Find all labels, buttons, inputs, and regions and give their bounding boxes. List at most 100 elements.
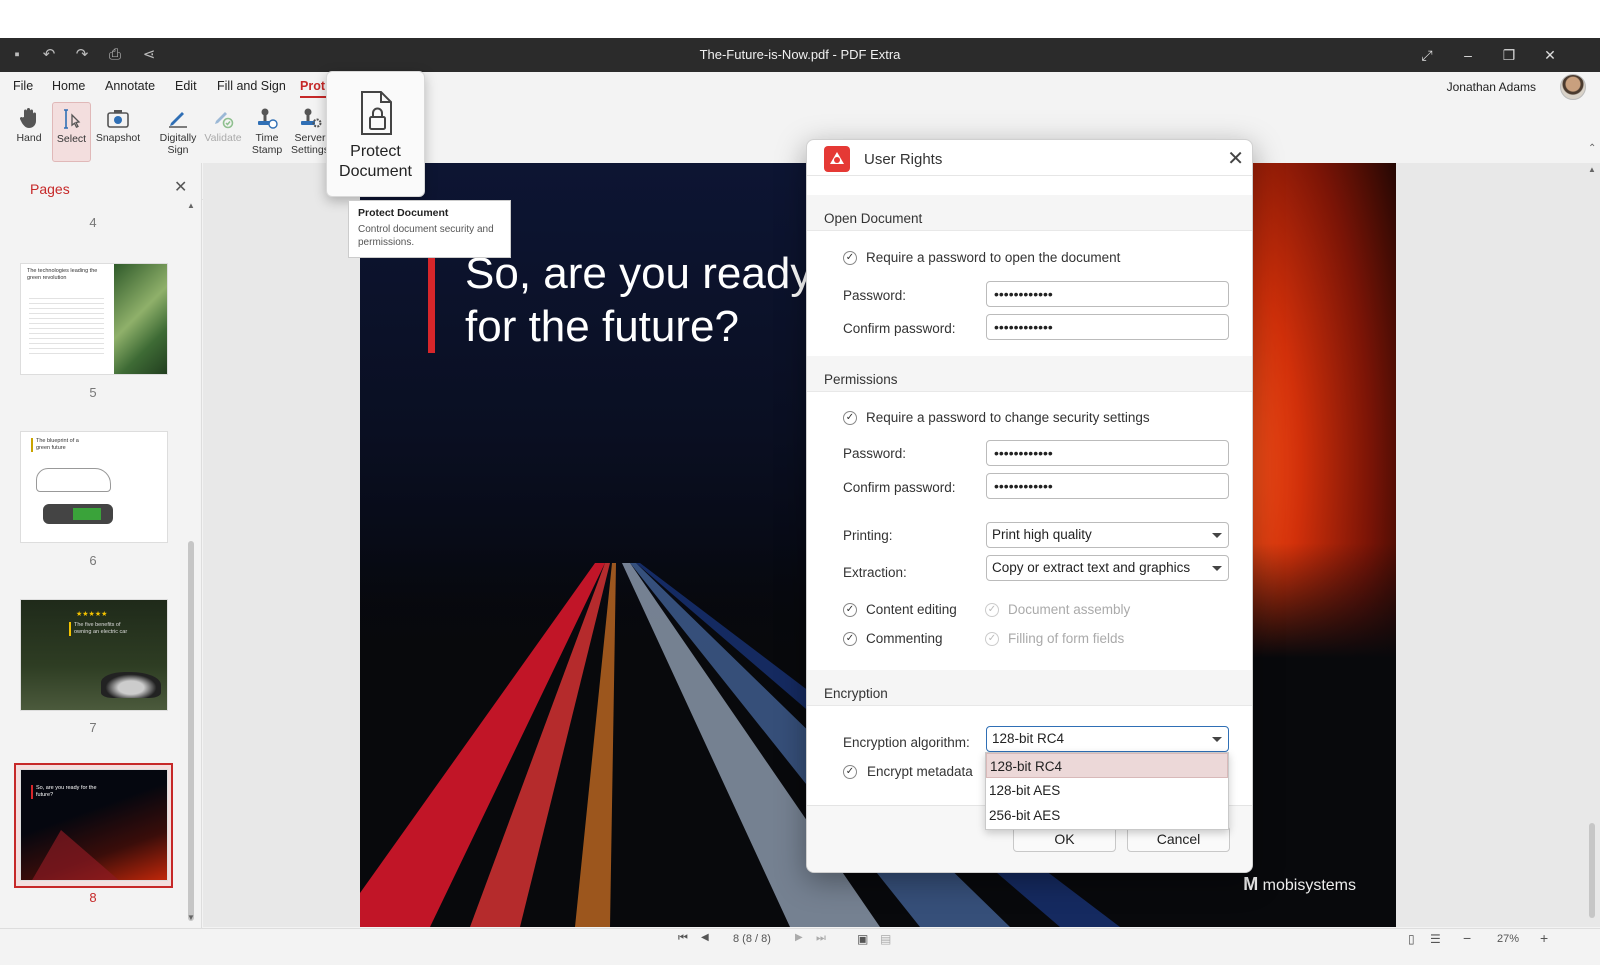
zoom-out-icon[interactable]: −: [1463, 930, 1471, 946]
first-page-icon[interactable]: ⏮: [678, 932, 688, 945]
last-page-icon[interactable]: ⏭: [816, 932, 826, 945]
validate-button[interactable]: Validate: [203, 102, 243, 162]
minimize-button[interactable]: –: [1456, 44, 1480, 66]
close-window-button[interactable]: ✕: [1538, 44, 1562, 66]
page-thumbnail-6[interactable]: The blueprint of a green future: [20, 431, 168, 543]
extraction-label: Extraction:: [843, 565, 907, 580]
collapse-ribbon-icon[interactable]: ⌃: [1588, 143, 1596, 154]
tooltip-description: Control document security and permission…: [358, 224, 494, 248]
encryption-algorithm-label: Encryption algorithm:: [843, 735, 970, 750]
digitally-sign-label: Digitally Sign: [159, 132, 197, 156]
scroll-down-icon[interactable]: ▼: [187, 913, 195, 922]
content-editing-checkbox[interactable]: ✓: [843, 603, 857, 617]
snapshot-label: Snapshot: [95, 132, 141, 144]
slide-headline: So, are you ready for the future?: [465, 247, 812, 353]
window-title: The-Future-is-Now.pdf - PDF Extra: [699, 47, 901, 62]
printing-select[interactable]: Print high quality: [986, 522, 1229, 548]
option-128-bit-aes[interactable]: 128-bit AES: [986, 778, 1228, 803]
menu-fill-and-sign[interactable]: Fill and Sign: [217, 79, 286, 93]
extraction-value: Copy or extract text and graphics: [992, 560, 1191, 575]
filling-form-fields-label: Filling of form fields: [1008, 631, 1125, 646]
pdf-extra-logo-icon: [824, 146, 850, 172]
menu-home[interactable]: Home: [52, 79, 85, 93]
open-confirm-password-label: Confirm password:: [843, 321, 956, 336]
page-thumbnail-5[interactable]: The technologies leading the green revol…: [20, 263, 168, 375]
commenting-label: Commenting: [866, 631, 943, 646]
doc-scroll-up-icon[interactable]: ▲: [1588, 165, 1596, 174]
encrypt-metadata-checkbox[interactable]: ✓: [843, 765, 857, 779]
doc-scroll-thumb[interactable]: [1589, 823, 1595, 918]
fit-page-icon[interactable]: ▣: [857, 932, 868, 946]
page-indicator[interactable]: 8 (8 / 8): [733, 933, 771, 945]
thumb-text-8: So, are you ready for the future?: [31, 785, 101, 799]
zoom-in-icon[interactable]: +: [1540, 930, 1548, 946]
require-open-password-checkbox[interactable]: ✓: [843, 251, 857, 265]
validate-icon: [215, 112, 234, 129]
tooltip-title: Protect Document: [358, 207, 449, 219]
thumb-text-7: The five benefits of owning an electric …: [69, 622, 139, 636]
close-dialog-button[interactable]: ✕: [1227, 146, 1244, 171]
server-settings-button[interactable]: Server Settings: [291, 102, 329, 162]
encryption-algorithm-select[interactable]: 128-bit RC4: [986, 726, 1229, 752]
pages-scroll-thumb[interactable]: [188, 541, 194, 921]
page-thumbnail-7[interactable]: ★★★★★ The five benefits of owning an ele…: [20, 599, 168, 711]
status-bar: ⏮ ◀ 8 (8 / 8) ▶ ⏭ ▣ ▤ ▯ ☰ − 27% +: [0, 928, 1600, 965]
avatar[interactable]: [1560, 74, 1586, 100]
require-security-password-checkbox[interactable]: ✓: [843, 411, 857, 425]
brand-name: mobisystems: [1262, 877, 1356, 894]
page-number-5: 5: [89, 385, 97, 400]
menu-edit[interactable]: Edit: [175, 79, 197, 93]
filling-form-fields-checkbox[interactable]: ✓: [985, 632, 999, 646]
dialog-title: User Rights: [864, 151, 943, 168]
protect-document-label: Protect Document: [339, 143, 412, 180]
fullscreen-icon[interactable]: ⤢: [1415, 44, 1439, 66]
thumb-stars-7: ★★★★★: [76, 611, 108, 618]
chevron-down-icon: [1212, 566, 1222, 571]
require-open-password-label: Require a password to open the document: [866, 250, 1121, 265]
page-number-6: 6: [89, 553, 97, 568]
zoom-level[interactable]: 27%: [1497, 933, 1519, 945]
server-gear-icon: [301, 108, 322, 128]
camera-icon: [107, 110, 129, 128]
document-assembly-checkbox[interactable]: ✓: [985, 603, 999, 617]
snapshot-tool-button[interactable]: Snapshot: [95, 102, 141, 162]
open-confirm-password-input[interactable]: ••••••••••••: [986, 314, 1229, 340]
digitally-sign-button[interactable]: Digitally Sign: [156, 102, 200, 162]
document-assembly-label: Document assembly: [1008, 602, 1131, 617]
hand-tool-button[interactable]: Hand: [10, 102, 48, 162]
time-stamp-button[interactable]: Time Stamp: [247, 102, 287, 162]
time-stamp-label: Time Stamp: [251, 132, 283, 156]
continuous-view-icon[interactable]: ☰: [1430, 932, 1441, 946]
commenting-checkbox[interactable]: ✓: [843, 632, 857, 646]
thumb-text-6: The blueprint of a green future: [31, 438, 91, 452]
scroll-up-icon[interactable]: ▲: [187, 201, 195, 210]
page-thumbnail-8[interactable]: So, are you ready for the future?: [20, 769, 168, 881]
menu-file[interactable]: File: [13, 79, 33, 93]
protect-document-button[interactable]: Protect Document: [326, 71, 425, 197]
permissions-password-input[interactable]: ••••••••••••: [986, 440, 1229, 466]
option-256-bit-aes[interactable]: 256-bit AES: [986, 803, 1228, 828]
pdf-extra-window: ▪ ↶ ↷ ⎙ ⋖ The-Future-is-Now.pdf - PDF Ex…: [0, 38, 1600, 965]
lock-document-icon: [360, 91, 392, 135]
open-password-input[interactable]: ••••••••••••: [986, 281, 1229, 307]
maximize-button[interactable]: ❐: [1497, 44, 1521, 66]
stamp-icon: [258, 108, 278, 129]
select-tool-button[interactable]: Select: [52, 102, 91, 162]
encryption-algorithm-value: 128-bit RC4: [992, 731, 1065, 746]
prev-page-icon[interactable]: ◀: [701, 932, 709, 943]
page-number-7: 7: [89, 720, 97, 735]
pages-scrollbar[interactable]: ▲ ▼: [187, 201, 195, 923]
menu-annotate[interactable]: Annotate: [105, 79, 155, 93]
user-name[interactable]: Jonathan Adams: [1447, 80, 1536, 94]
encryption-algorithm-dropdown: 128-bit RC4 128-bit AES 256-bit AES: [985, 752, 1229, 830]
hand-icon: [19, 108, 36, 128]
select-text-icon: [63, 109, 80, 129]
fit-width-icon[interactable]: ▤: [880, 932, 891, 946]
close-pages-panel-button[interactable]: ✕: [174, 177, 187, 197]
single-page-view-icon[interactable]: ▯: [1408, 932, 1415, 946]
thumb-body-5: [29, 294, 104, 354]
extraction-select[interactable]: Copy or extract text and graphics: [986, 555, 1229, 581]
next-page-icon[interactable]: ▶: [795, 932, 803, 943]
option-128-bit-rc4[interactable]: 128-bit RC4: [986, 753, 1228, 778]
permissions-confirm-password-input[interactable]: ••••••••••••: [986, 473, 1229, 499]
